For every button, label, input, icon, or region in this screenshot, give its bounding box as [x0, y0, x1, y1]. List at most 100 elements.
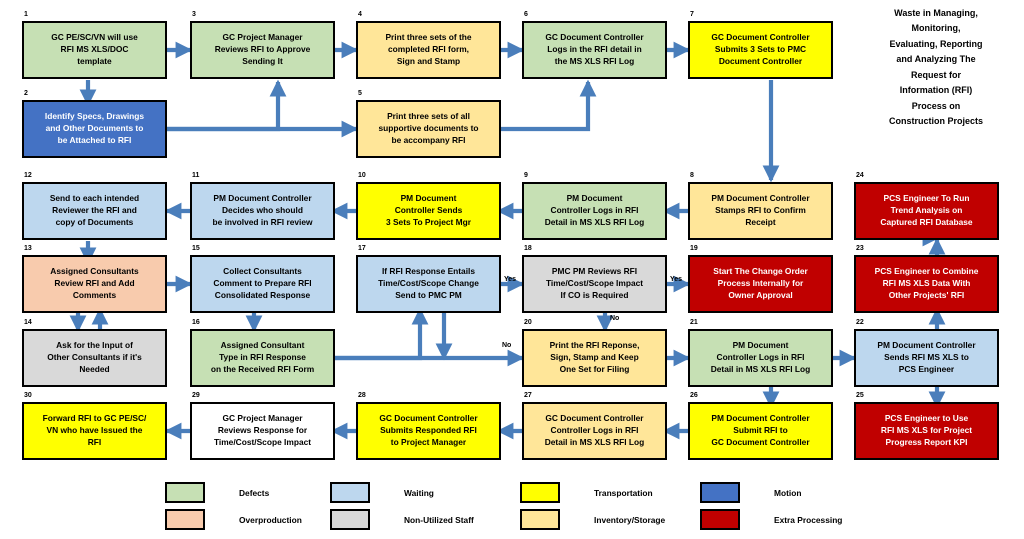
process-node-20[interactable]: Print the RFI Reponse, Sign, Stamp and Ke… — [522, 329, 667, 387]
node-text-line: Needed — [79, 363, 110, 374]
node-text-line: to Project Manager — [390, 436, 467, 447]
node-text-line: copy of Documents — [55, 216, 134, 227]
process-node-3[interactable]: GC Project Manager Reviews RFI to Approve… — [190, 21, 335, 79]
node-text-line: Process Internally for — [717, 278, 804, 289]
process-node-15[interactable]: Collect Consultants Comment to Prepare RF… — [190, 255, 335, 313]
process-node-11[interactable]: PM Document Controller Decides who should… — [190, 182, 335, 240]
node-number: 5 — [358, 90, 362, 97]
node-number: 2 — [24, 90, 28, 97]
process-node-25[interactable]: PCS Engineer to Use RFI MS XLS for Projec… — [854, 402, 999, 460]
legend-swatch-waiting — [330, 482, 370, 503]
node-text-line: supportive documents to — [378, 123, 479, 134]
process-node-26[interactable]: PM Document Controller Submit RFI to GC Do… — [688, 402, 833, 460]
edge-label-no-3: No — [502, 342, 512, 349]
node-number: 21 — [690, 319, 698, 326]
process-node-10[interactable]: PM Document Controller Sends 3 Sets To Pro… — [356, 182, 501, 240]
process-node-29[interactable]: GC Project Manager Reviews Response for Ti… — [190, 402, 335, 460]
process-node-14[interactable]: Ask for the Input of Other Consultants if… — [22, 329, 167, 387]
node-text-line: Submits Responded RFI — [380, 425, 477, 436]
edge-label-yes-1: Yes — [670, 276, 683, 283]
node-number: 20 — [524, 319, 532, 326]
process-node-23[interactable]: PCS Engineer to Combine RFI MS XLS Data W… — [854, 255, 999, 313]
node-number: 11 — [192, 172, 200, 179]
node-text-line: Sign and Stamp — [396, 55, 461, 66]
node-text-line: PCS Engineer — [898, 363, 955, 374]
legend-item-defects: Defects — [165, 482, 269, 503]
process-node-8[interactable]: PM Document Controller Stamps RFI to Conf… — [688, 182, 833, 240]
node-text-line: Reviews RFI to Approve — [214, 44, 311, 55]
legend-swatch-non-utilized-staff — [330, 509, 370, 530]
process-node-18[interactable]: PMC PM Reviews RFI Time/Cost/Scope Impact… — [522, 255, 667, 313]
process-node-6[interactable]: GC Document Controller Logs in the RFI de… — [522, 21, 667, 79]
node-number: 15 — [192, 245, 200, 252]
process-node-24[interactable]: PCS Engineer To Run Trend Analysis on Capt… — [854, 182, 999, 240]
process-node-2[interactable]: Identify Specs, Drawings and Other Docume… — [22, 100, 167, 158]
process-node-22[interactable]: PM Document Controller Sends RFI MS XLS t… — [854, 329, 999, 387]
node-number: 29 — [192, 392, 200, 399]
legend-swatch-defects — [165, 482, 205, 503]
node-text-line: PM Document Controller — [877, 340, 976, 351]
node-number: 9 — [524, 172, 528, 179]
process-node-30[interactable]: Forward RFI to GC PE/SC/VN who have Issu… — [22, 402, 167, 460]
process-node-13[interactable]: Assigned Consultants Review RFI and Add Co… — [22, 255, 167, 313]
node-number: 30 — [24, 392, 32, 399]
node-text-line: VN who have Issued the — [46, 425, 143, 436]
node-text-line: Detail in MS XLS RFI Log — [544, 436, 645, 447]
node-text-line: PM Document Controller — [213, 193, 312, 204]
node-number: 16 — [192, 319, 200, 326]
process-node-16[interactable]: Assigned Consultant Type in RFI Response o… — [190, 329, 335, 387]
node-text-line: GC Document Controller — [711, 32, 810, 43]
node-text-line: Start The Change Order — [713, 266, 808, 277]
legend-label: Extra Processing — [774, 514, 843, 525]
title-line: Information (RFI) — [899, 85, 973, 96]
process-node-19[interactable]: Start The Change Order Process Internally… — [688, 255, 833, 313]
node-text-line: Progress Report KPI — [885, 436, 968, 447]
legend-swatch-inventory-storage — [520, 509, 560, 530]
title-line: Waste in Managing, — [894, 8, 978, 18]
node-text-line: Controller Logs in RFI — [716, 352, 805, 363]
process-node-7[interactable]: GC Document Controller Submits 3 Sets to … — [688, 21, 833, 79]
legend-label: Overproduction — [239, 514, 302, 525]
process-node-12[interactable]: Send to each intended Reviewer the RFI an… — [22, 182, 167, 240]
legend-label: Transportation — [594, 487, 653, 498]
node-number: 1 — [24, 11, 28, 18]
process-node-17[interactable]: If RFI Response Entails Time/Cost/Scope C… — [356, 255, 501, 313]
legend-label: Motion — [774, 487, 802, 498]
title-line: Request for — [910, 69, 961, 80]
node-text-line: PM Document Controller — [711, 413, 810, 424]
title-line: Evaluating, Reporting — [889, 38, 983, 49]
node-text-line: Controller Logs in RFI — [550, 425, 639, 436]
node-text-line: Comment to Prepare RFI — [213, 278, 312, 289]
node-text-line: PM Document — [732, 340, 789, 351]
node-number: 18 — [524, 245, 532, 252]
node-text-line: Comments — [72, 289, 117, 300]
node-text-line: Time/Cost/Scope Change — [378, 278, 479, 289]
node-number: 13 — [24, 245, 32, 252]
node-text-line: Other Consultants if it's — [47, 352, 142, 363]
node-text-line: Identify Specs, Drawings — [44, 111, 145, 122]
node-number: 28 — [358, 392, 366, 399]
process-node-4[interactable]: Print three sets of the completed RFI for… — [356, 21, 501, 79]
node-number: 24 — [856, 172, 864, 179]
process-node-21[interactable]: PM Document Controller Logs in RFI Detail … — [688, 329, 833, 387]
node-text-line: RFI MS XLS for Project — [880, 425, 973, 436]
node-text-line: completed RFI form, — [388, 44, 469, 55]
node-text-line: Logs in the RFI detail in — [547, 44, 642, 55]
node-number: 26 — [690, 392, 698, 399]
node-number: 22 — [856, 319, 864, 326]
process-node-28[interactable]: GC Document Controller Submits Responded … — [356, 402, 501, 460]
node-text-line: be involved in RFI review — [212, 216, 313, 227]
node-number: 10 — [358, 172, 366, 179]
node-text-line: Review RFI and Add — [54, 278, 135, 289]
node-text-line: GC Document Controller — [545, 413, 644, 424]
node-text-line: PM Document — [566, 193, 623, 204]
legend-swatch-extra-processing — [700, 509, 740, 530]
process-node-1[interactable]: GC PE/SC/VN will use RFI MS XLS/DOC templa… — [22, 21, 167, 79]
node-number: 4 — [358, 11, 362, 18]
node-text-line: Print the RFI Reponse, — [549, 340, 640, 351]
legend-label: Inventory/Storage — [594, 514, 666, 525]
process-node-5[interactable]: Print three sets of all supportive docume… — [356, 100, 501, 158]
process-node-27[interactable]: GC Document Controller Controller Logs in… — [522, 402, 667, 460]
node-text-line: RFI — [87, 436, 102, 447]
process-node-9[interactable]: PM Document Controller Logs in RFI Detail … — [522, 182, 667, 240]
